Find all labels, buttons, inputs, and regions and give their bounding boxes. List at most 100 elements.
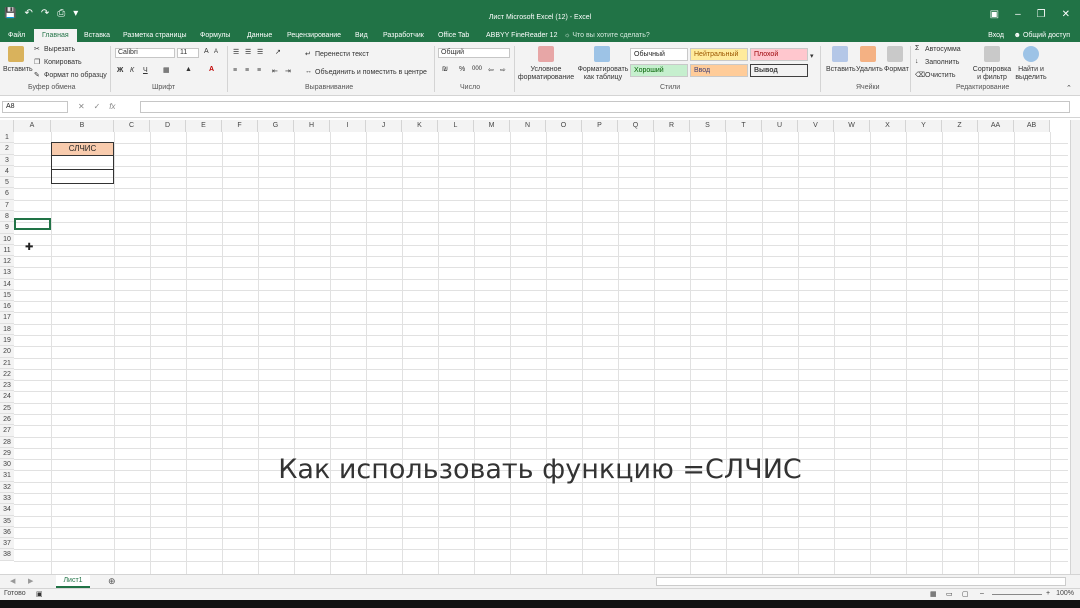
- collapse-ribbon-icon[interactable]: ⌃: [1066, 84, 1072, 92]
- format-as-table-icon[interactable]: [594, 46, 610, 62]
- bold-button[interactable]: Ж: [117, 67, 123, 74]
- column-header[interactable]: I: [330, 120, 366, 132]
- column-header[interactable]: R: [654, 120, 690, 132]
- row-header[interactable]: 8: [0, 210, 14, 223]
- minimize-icon[interactable]: –: [1015, 9, 1021, 20]
- enter-icon[interactable]: ✓: [94, 102, 101, 111]
- select-all-corner[interactable]: [0, 120, 14, 132]
- font-color-button[interactable]: A: [209, 66, 214, 73]
- share-button[interactable]: ☻ Общий доступ: [1014, 29, 1070, 42]
- conditional-format-button[interactable]: Условное форматирование: [516, 66, 576, 82]
- align-center-icon[interactable]: ≡: [245, 67, 249, 74]
- column-header[interactable]: J: [366, 120, 402, 132]
- column-header[interactable]: S: [690, 120, 726, 132]
- sort-filter-button[interactable]: Сортировка и фильтр: [970, 66, 1014, 82]
- column-header[interactable]: AA: [978, 120, 1014, 132]
- column-header[interactable]: A: [14, 120, 51, 132]
- font-name-combo[interactable]: Calibri: [115, 48, 175, 58]
- copy-button[interactable]: ❐ Копировать: [34, 58, 82, 66]
- column-header[interactable]: F: [222, 120, 258, 132]
- row-header[interactable]: 5: [0, 177, 14, 189]
- row-header[interactable]: 12: [0, 256, 14, 268]
- insert-cells-icon[interactable]: [832, 46, 848, 62]
- tab-file[interactable]: Файл: [8, 29, 25, 42]
- currency-icon[interactable]: ₪: [442, 66, 448, 73]
- tab-developer[interactable]: Разработчик: [383, 29, 424, 42]
- find-select-button[interactable]: Найти и выделить: [1012, 66, 1050, 82]
- zoom-level[interactable]: 100%: [1056, 590, 1074, 597]
- indent-increase-icon[interactable]: ⇥: [285, 67, 291, 75]
- insert-cells-button[interactable]: Вставить: [826, 66, 856, 73]
- row-header[interactable]: 28: [0, 436, 14, 448]
- column-header[interactable]: G: [258, 120, 294, 132]
- conditional-format-icon[interactable]: [538, 46, 554, 62]
- column-header[interactable]: E: [186, 120, 222, 132]
- worksheet-grid[interactable]: A B C D E F G H I J K L M N O P Q R S T U V W X Y Z AA AB 123456789…: [0, 118, 1080, 574]
- style-normal[interactable]: Обычный: [630, 48, 688, 61]
- ribbon-options-icon[interactable]: ▣: [990, 9, 999, 20]
- column-header[interactable]: K: [402, 120, 438, 132]
- style-input[interactable]: Ввод: [690, 64, 748, 77]
- column-header[interactable]: B: [51, 120, 114, 132]
- horizontal-scrollbar[interactable]: [656, 577, 1066, 586]
- font-size-combo[interactable]: 11: [177, 48, 199, 58]
- sheet-tab-list1[interactable]: Лист1: [56, 575, 90, 588]
- page-break-view-icon[interactable]: ▢: [962, 590, 969, 598]
- name-box[interactable]: A8: [2, 101, 68, 113]
- align-left-icon[interactable]: ≡: [233, 67, 237, 74]
- format-painter-button[interactable]: ✎ Формат по образцу: [34, 71, 107, 79]
- cut-button[interactable]: ✂ Вырезать: [34, 45, 75, 53]
- tab-formulas[interactable]: Формулы: [200, 29, 230, 42]
- column-header[interactable]: W: [834, 120, 870, 132]
- column-header[interactable]: P: [582, 120, 618, 132]
- format-cells-icon[interactable]: [887, 46, 903, 62]
- column-header[interactable]: O: [546, 120, 582, 132]
- row-header[interactable]: 24: [0, 391, 14, 403]
- align-top-icon[interactable]: ☰: [233, 48, 239, 56]
- align-middle-icon[interactable]: ☰: [245, 48, 251, 56]
- tell-me-box[interactable]: ☼ Что вы хотите сделать?: [564, 29, 650, 42]
- tab-insert[interactable]: Вставка: [84, 29, 110, 42]
- column-header[interactable]: M: [474, 120, 510, 132]
- column-header[interactable]: N: [510, 120, 546, 132]
- indent-decrease-icon[interactable]: ⇤: [272, 67, 278, 75]
- insert-function-icon[interactable]: fx: [109, 102, 115, 111]
- row-header[interactable]: 34: [0, 504, 14, 516]
- grow-font-button[interactable]: A: [204, 48, 209, 55]
- sort-filter-icon[interactable]: [984, 46, 1000, 62]
- clear-button[interactable]: ⌫Очистить: [915, 71, 955, 79]
- align-right-icon[interactable]: ≡: [257, 67, 261, 74]
- autosum-button[interactable]: Σ Автосумма: [915, 45, 961, 53]
- next-sheet-icon[interactable]: ▶: [28, 577, 33, 585]
- merge-center-button[interactable]: ↔ Объединить и поместить в центре: [305, 68, 427, 76]
- vertical-scrollbar[interactable]: [1070, 120, 1080, 574]
- zoom-in-icon[interactable]: +: [1046, 590, 1050, 597]
- fill-button[interactable]: ↓ Заполнить: [915, 58, 959, 66]
- row-header[interactable]: 35: [0, 515, 14, 527]
- formula-input[interactable]: [140, 101, 1070, 113]
- normal-view-icon[interactable]: ▦: [930, 590, 937, 598]
- row-header[interactable]: 37: [0, 538, 14, 550]
- row-header[interactable]: 13: [0, 267, 14, 279]
- decrease-decimal-icon[interactable]: ⇨: [500, 66, 506, 74]
- cell-b2[interactable]: СЛЧИС: [51, 142, 114, 156]
- macro-record-icon[interactable]: ▣: [36, 590, 43, 598]
- prev-sheet-icon[interactable]: ◀: [10, 577, 15, 585]
- row-header[interactable]: 23: [0, 380, 14, 392]
- row-header[interactable]: 26: [0, 414, 14, 426]
- cell-b4[interactable]: [51, 170, 114, 184]
- close-icon[interactable]: ✕: [1062, 9, 1070, 20]
- row-header[interactable]: 2: [0, 143, 14, 155]
- row-header[interactable]: 33: [0, 492, 14, 505]
- thousands-button[interactable]: 000: [472, 66, 482, 72]
- zoom-out-icon[interactable]: –: [980, 590, 984, 597]
- add-sheet-icon[interactable]: ⊕: [108, 576, 116, 587]
- tab-review[interactable]: Рецензирование: [287, 29, 341, 42]
- row-header[interactable]: 11: [0, 244, 14, 257]
- format-cells-button[interactable]: Формат: [884, 66, 909, 73]
- row-header[interactable]: 18: [0, 323, 14, 336]
- row-header[interactable]: 17: [0, 312, 14, 324]
- row-header[interactable]: 21: [0, 357, 14, 369]
- column-header[interactable]: Y: [906, 120, 942, 132]
- column-header[interactable]: C: [114, 120, 150, 132]
